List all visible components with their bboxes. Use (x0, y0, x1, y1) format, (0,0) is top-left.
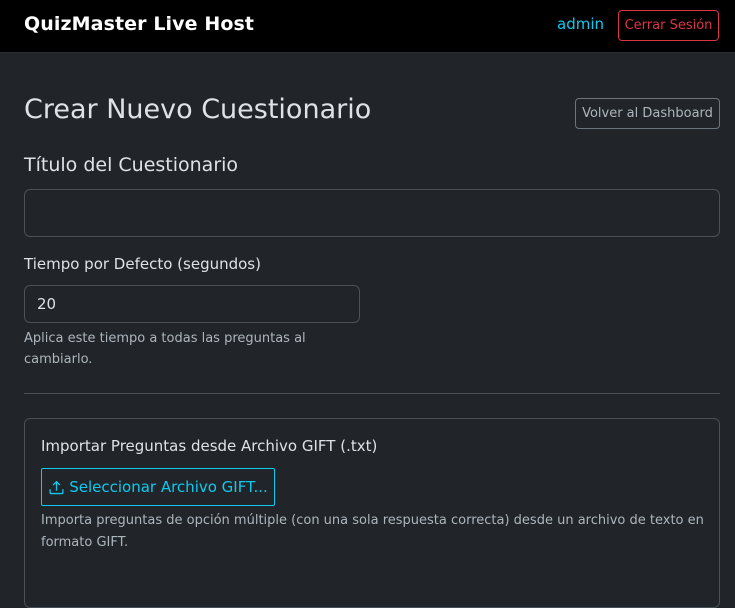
top-navbar: QuizMaster Live Host admin Cerrar Sesión (0, 0, 735, 53)
select-gift-file-label: Seleccionar Archivo GIFT... (69, 478, 268, 496)
quiz-title-label: Título del Cuestionario (24, 154, 239, 176)
gift-import-card: Importar Preguntas desde Archivo GIFT (.… (24, 418, 720, 608)
default-time-label: Tiempo por Defecto (segundos) (24, 255, 261, 273)
logout-button[interactable]: Cerrar Sesión (618, 10, 719, 41)
gift-import-help: Importa preguntas de opción múltiple (co… (41, 513, 704, 550)
default-time-help: Aplica este tiempo a todas las preguntas… (24, 331, 306, 367)
default-time-input[interactable] (24, 285, 360, 323)
select-gift-file-button[interactable]: Seleccionar Archivo GIFT... (41, 468, 275, 506)
gift-import-title: Importar Preguntas desde Archivo GIFT (.… (41, 437, 378, 455)
app-brand[interactable]: QuizMaster Live Host (24, 13, 254, 35)
page-title: Crear Nuevo Cuestionario (24, 94, 372, 125)
section-divider (24, 393, 720, 394)
quiz-title-input[interactable] (24, 189, 720, 237)
back-to-dashboard-button[interactable]: Volver al Dashboard (575, 98, 720, 129)
upload-icon (49, 480, 64, 494)
user-link[interactable]: admin (557, 15, 604, 33)
